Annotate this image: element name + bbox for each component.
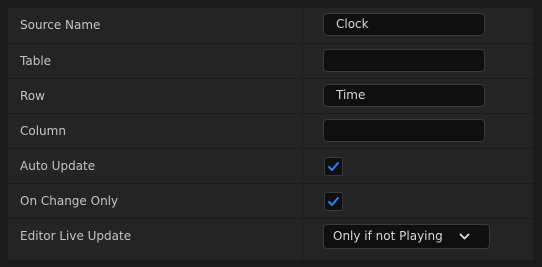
row-input[interactable]: Time (323, 84, 485, 107)
property-row-editor-live-update: Editor Live Update Only if not Playing (8, 218, 533, 260)
checkmark-icon (328, 162, 339, 171)
property-label: On Change Only (20, 194, 119, 208)
dropdown-value: Only if not Playing (333, 229, 443, 243)
property-row-auto-update: Auto Update (8, 148, 533, 183)
chevron-down-icon (459, 233, 470, 240)
source-name-input[interactable]: Clock (323, 13, 485, 36)
auto-update-checkbox[interactable] (324, 157, 343, 176)
property-label: Row (20, 89, 45, 103)
property-row-table: Table (8, 43, 533, 78)
details-panel: Source Name Clock Table Row Time Column … (8, 8, 533, 260)
property-label: Column (20, 124, 66, 138)
property-row-source-name: Source Name Clock (8, 8, 533, 43)
property-label: Source Name (20, 18, 101, 32)
editor-live-update-dropdown[interactable]: Only if not Playing (323, 224, 490, 249)
column-input[interactable] (323, 119, 485, 142)
table-input[interactable] (323, 49, 485, 72)
checkmark-icon (328, 197, 339, 206)
property-label: Table (20, 54, 52, 68)
property-row-row: Row Time (8, 78, 533, 113)
property-label: Auto Update (20, 159, 96, 173)
property-row-on-change-only: On Change Only (8, 183, 533, 218)
property-row-column: Column (8, 113, 533, 148)
on-change-only-checkbox[interactable] (324, 192, 343, 211)
property-label: Editor Live Update (20, 229, 132, 243)
